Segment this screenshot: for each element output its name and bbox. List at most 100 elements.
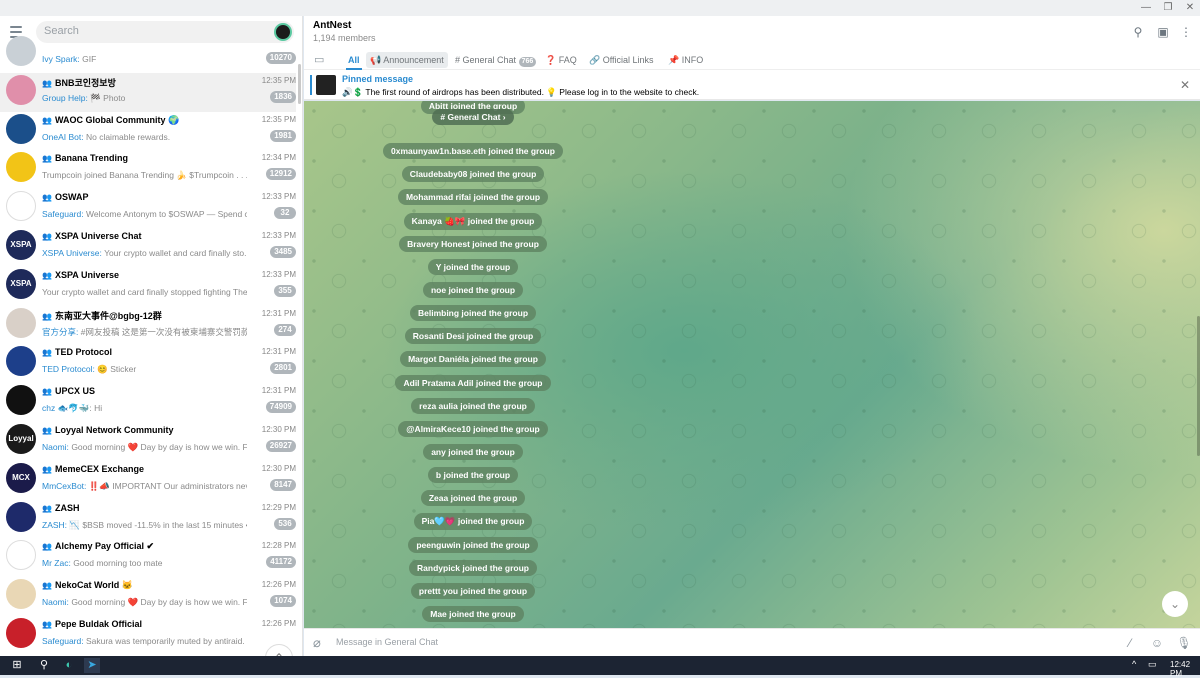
chat-header: AntNest 1,194 members ⚲ ▣ ⋮ [304, 16, 1200, 48]
clock[interactable]: 12:42 PM [1170, 660, 1200, 678]
tab-faq[interactable]: ❓ FAQ [545, 52, 577, 68]
taskbar-search-icon[interactable]: ⚲ [36, 658, 52, 673]
emoji-icon[interactable]: ☺ [1149, 635, 1165, 651]
chat-time: 12:33 PM [261, 192, 296, 202]
service-message-text: any joined the group [423, 443, 523, 460]
chat-time: 12:35 PM [261, 75, 296, 85]
tab-label: ❓ FAQ [545, 55, 577, 65]
tab-announcement[interactable]: 📢 Announcement [366, 52, 448, 68]
tab-official-links[interactable]: 🔗 Official Links [589, 52, 654, 68]
message-composer: ⌀ Message in General Chat ⁄ ☺ 🎙 [304, 628, 1200, 656]
tab-info[interactable]: 📌 INFO [668, 52, 703, 68]
chat-list-item[interactable]: 👥 Banana Trending 12:34 PM Trumpcoin joine… [0, 150, 296, 189]
maximize-icon[interactable]: ❐ [1158, 2, 1178, 14]
chat-time: 12:33 PM [261, 269, 296, 279]
group-icon: 👥 [42, 581, 52, 591]
microphone-icon[interactable]: 🎙 [1176, 635, 1192, 651]
preview-sender: ZASH: [42, 519, 68, 530]
more-icon[interactable]: ⋮ [1178, 24, 1194, 40]
preview-text: Sakura was temporarily muted by antiraid… [85, 636, 245, 646]
chat-list-scrollbar[interactable] [298, 64, 301, 104]
tab-all[interactable]: All [348, 52, 360, 68]
chat-list-item[interactable]: XSPA 👥 XSPA Universe 12:33 PM Your crypto w… [0, 267, 296, 306]
network-icon[interactable]: ▭ [1148, 659, 1157, 670]
avatar: XSPA [6, 268, 36, 299]
edge-browser-icon[interactable]: ◐ [61, 658, 77, 673]
group-icon: 👥 [42, 464, 52, 474]
tab-label: # General Chat [455, 55, 517, 65]
service-message-text: Rosanti Desi joined the group [404, 328, 542, 345]
chat-list-item[interactable]: MCX 👥 MemeCEX Exchange 12:30 PM MmCexBot: ‼️… [0, 461, 296, 500]
chat-list-item[interactable]: 👥 东南亚大事件@bgbg-12群 12:31 PM 官方分享: #网友投稿 这是第一… [0, 306, 296, 345]
chat-preview: Naomi: Good morning ❤️ Day by day is how… [42, 597, 247, 608]
tab-general-chat[interactable]: # General Chat 766 [455, 52, 537, 68]
chat-list-item[interactable]: Loyyal 👥 Loyyal Network Community 12:30 PM N… [0, 422, 296, 461]
unread-badge: 1074 [270, 595, 296, 608]
chat-name-text: XSPA Universe Chat [54, 231, 142, 241]
chat-list-item[interactable]: 👥 UPCX US 12:31 PM chz 🐟🐬🐳: Hi 74909 [0, 383, 296, 422]
topic-tabs: ▭ All 📢 Announcement # General Chat 766 … [304, 48, 1200, 70]
chat-list-item[interactable]: 👥 WAOC Global Community 🌍 12:35 PM OneAI Bo… [0, 112, 296, 151]
chat-time: 12:31 PM [261, 386, 296, 396]
chat-name-text: Alchemy Pay Official ✔ [54, 541, 155, 552]
chat-preview: Safeguard: Welcome Antonym to $OSWAP — S… [42, 209, 247, 219]
chat-list-panel: Search Ivy Spark: GIF 10270 👥 BNB코인정보방 12:35… [0, 16, 303, 656]
topics-list-icon[interactable]: ▭ [314, 52, 324, 68]
chat-time: 12:26 PM [261, 619, 296, 628]
preview-text: 😊 Sticker [97, 364, 137, 375]
windows-start-icon[interactable]: ⊞ [9, 658, 25, 673]
chat-preview: Mr Zac: Good morning too mate [42, 558, 247, 568]
avatar [6, 579, 36, 610]
close-icon[interactable]: ✕ [1180, 78, 1190, 92]
avatar [6, 152, 36, 183]
bot-commands-icon[interactable]: ⁄ [1122, 635, 1138, 651]
chat-list-item[interactable]: XSPA 👥 XSPA Universe Chat 12:33 PM XSPA Univ… [0, 228, 296, 267]
group-icon: 👥 [42, 193, 52, 203]
chat-time: 12:29 PM [261, 502, 296, 512]
message-input[interactable]: Message in General Chat [336, 637, 438, 647]
search-icon[interactable]: ⚲ [1130, 24, 1146, 40]
group-icon: 👥 [42, 620, 52, 629]
telegram-taskbar-icon[interactable]: ➤ [84, 658, 100, 673]
service-message-text: 0xmaunyaw1n.base.eth joined the group [383, 143, 563, 160]
chat-name-text: XSPA Universe [54, 269, 119, 280]
chat-list-item[interactable]: 👥 OSWAP 12:33 PM Safeguard: Welcome Antonym… [0, 189, 296, 228]
chat-list-item[interactable]: 👥 Alchemy Pay Official ✔ 12:28 PM Mr Zac: G… [0, 538, 296, 577]
preview-sender: Group Help: [42, 92, 88, 103]
avatar [6, 540, 36, 571]
tray-chevron-icon[interactable]: ^ [1132, 659, 1136, 669]
chat-name: 👥 Loyyal Network Community [42, 425, 232, 435]
chat-list-item[interactable]: 👥 Pepe Buldak Official 12:26 PM Safeguard: … [0, 616, 296, 655]
preview-sender: Mr Zac: [42, 558, 71, 569]
close-window-icon[interactable]: ✕ [1180, 2, 1200, 14]
topic-pill[interactable]: # General Chat › [304, 109, 642, 125]
preview-sender: Naomi: [42, 597, 69, 608]
minimize-icon[interactable]: — [1136, 2, 1156, 14]
unread-badge: 8147 [270, 478, 296, 491]
scroll-down-button[interactable]: ⌄ [1162, 591, 1188, 617]
unread-badge: 32 [274, 207, 296, 220]
chat-list-item[interactable]: 👥 BNB코인정보방 12:35 PM Group Help: 🏁 Photo 1836 [0, 72, 296, 112]
group-icon: 👥 [42, 115, 52, 125]
avatar [6, 346, 36, 377]
group-icon: 👥 [42, 542, 52, 552]
preview-sender: Ivy Spark: [42, 54, 80, 64]
chat-title[interactable]: AntNest [313, 20, 351, 31]
service-message: Kanaya 🍓🎀 joined the group [304, 212, 642, 230]
chat-list-item[interactable]: Ivy Spark: GIF 10270 [0, 34, 296, 73]
group-icon: 👥 [42, 387, 52, 397]
chat-list-item[interactable]: 👥 ZASH 12:29 PM ZASH: 📉 $BSB moved -11.5% i… [0, 500, 296, 539]
service-message: Zeaa joined the group [304, 490, 642, 507]
chat-name-text: OSWAP [54, 192, 89, 203]
chat-list-item[interactable]: 👥 NekoCat World 🐱 12:26 PM Naomi: Good morn… [0, 577, 296, 616]
chat-name: 👥 ZASH [42, 503, 232, 513]
service-message-text: peenguwin joined the group [408, 536, 538, 553]
chat-preview: Ivy Spark: GIF [42, 54, 247, 64]
chat-preview: Trumpcoin joined Banana Trending 🍌 $Trum… [42, 170, 247, 181]
pinned-message-bar[interactable]: Pinned message 🔊💲 The first round of air… [304, 70, 1200, 100]
service-message: Belimbing joined the group [304, 305, 642, 322]
sidebar-toggle-icon[interactable]: ▣ [1155, 24, 1171, 40]
attach-icon[interactable]: ⌀ [313, 635, 321, 651]
chat-list-item[interactable]: 👥 TED Protocol 12:31 PM TED Protocol: 😊 Sti… [0, 344, 296, 383]
group-icon: 👥 [42, 154, 52, 164]
